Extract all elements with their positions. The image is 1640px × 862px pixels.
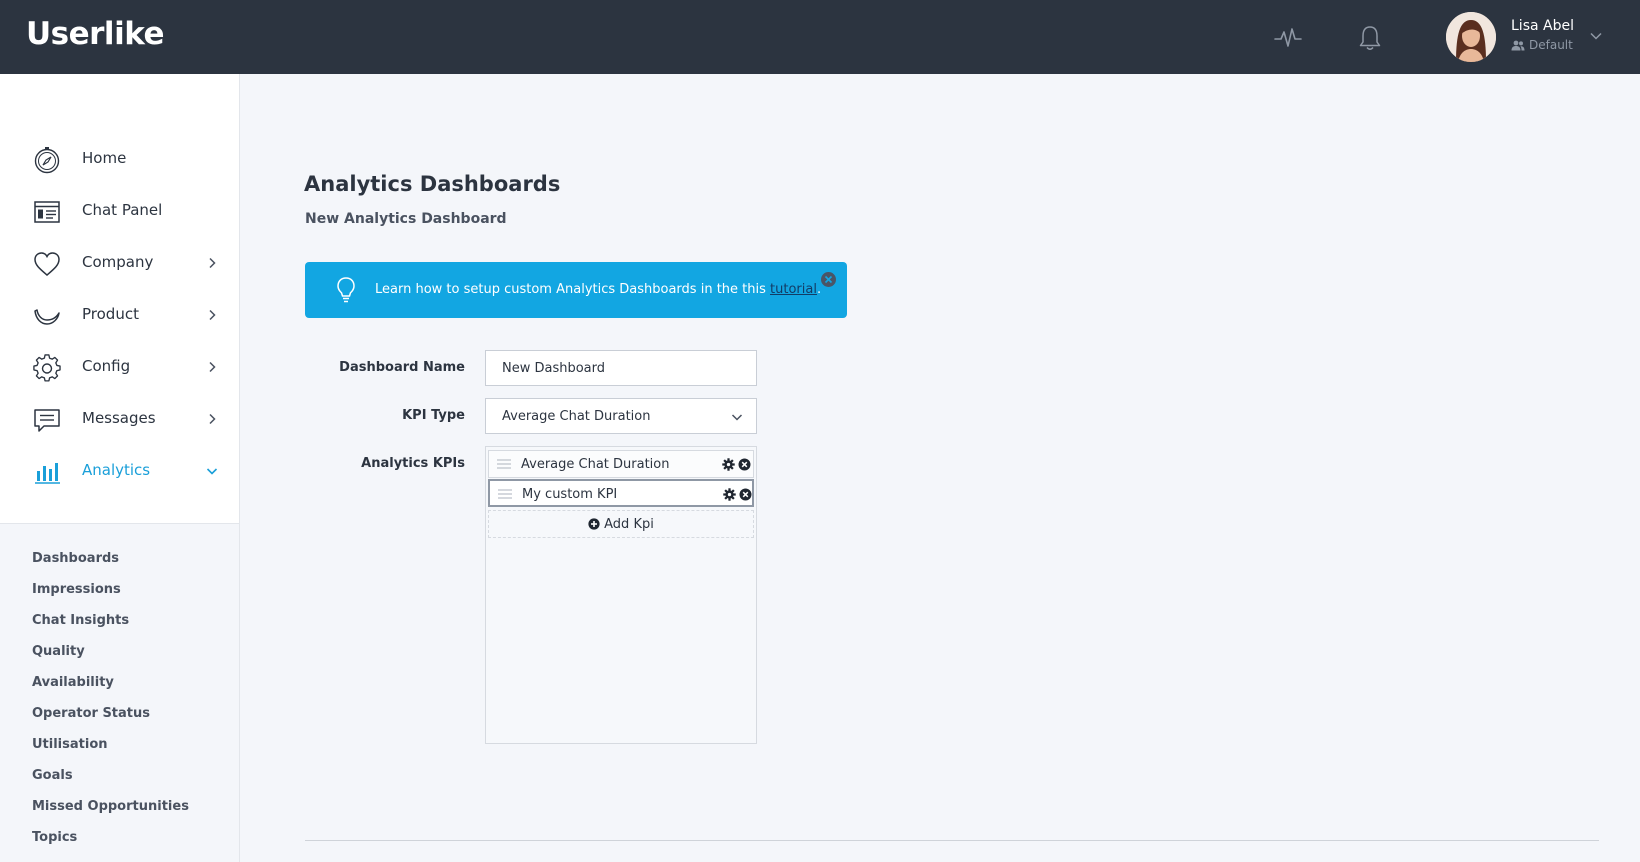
- user-role-label: Default: [1529, 38, 1573, 52]
- top-bar: Userlike Lisa Abel Default: [0, 0, 1640, 74]
- sidebar-item-label: Messages: [82, 409, 156, 427]
- compass-icon: [34, 147, 60, 174]
- page-title: Analytics Dashboards: [304, 172, 561, 196]
- sidebar-item-home[interactable]: Home: [0, 137, 240, 181]
- sidebar-item-label: Config: [82, 357, 131, 375]
- sidebar-item-analytics[interactable]: Analytics: [0, 449, 240, 493]
- chevron-down-icon: [731, 414, 743, 421]
- kpi-type-value: Average Chat Duration: [502, 409, 651, 424]
- dashboard-name-input[interactable]: [485, 350, 757, 386]
- kpi-item[interactable]: Average Chat Duration: [488, 450, 754, 478]
- bell-icon[interactable]: [1355, 23, 1385, 53]
- sidebar-item-label: Chat Panel: [82, 201, 163, 219]
- chevron-right-icon: [209, 257, 216, 269]
- section-divider: [305, 840, 1599, 841]
- tutorial-link[interactable]: tutorial: [770, 282, 817, 297]
- sidebar-item-config[interactable]: Config: [0, 345, 240, 389]
- chevron-down-icon[interactable]: [1588, 28, 1604, 44]
- subnav-item-utilisation[interactable]: Utilisation: [32, 737, 108, 752]
- subnav-item-dashboards[interactable]: Dashboards: [32, 551, 119, 566]
- avatar-portrait: [1446, 12, 1496, 62]
- product-swoosh-icon: [34, 309, 60, 325]
- sidebar-item-messages[interactable]: Messages: [0, 397, 240, 441]
- gear-icon[interactable]: [723, 488, 736, 501]
- subnav-item-impressions[interactable]: Impressions: [32, 582, 121, 597]
- sidebar-item-label: Analytics: [82, 461, 151, 479]
- banner-message: Learn how to setup custom Analytics Dash…: [375, 282, 771, 297]
- kpi-label: My custom KPI: [522, 487, 618, 502]
- subnav-item-topics[interactable]: Topics: [32, 830, 77, 845]
- drag-handle-icon[interactable]: [498, 487, 512, 501]
- userlike-logo[interactable]: Userlike: [26, 16, 165, 52]
- sidebar: Home Chat Panel Company Product Config M…: [0, 74, 240, 862]
- subnav-item-goals[interactable]: Goals: [32, 768, 73, 783]
- chevron-down-icon: [206, 468, 218, 475]
- chevron-right-icon: [209, 361, 216, 373]
- sidebar-item-label: Home: [82, 149, 127, 167]
- sidebar-item-product[interactable]: Product: [0, 293, 240, 337]
- add-kpi-button[interactable]: Add Kpi: [488, 510, 754, 538]
- users-icon: [1511, 40, 1525, 50]
- subnav-item-missed-opportunities[interactable]: Missed Opportunities: [32, 799, 189, 814]
- user-role[interactable]: Default: [1511, 38, 1573, 52]
- kpi-type-select[interactable]: Average Chat Duration: [485, 398, 757, 434]
- subnav-item-availability[interactable]: Availability: [32, 675, 114, 690]
- lightbulb-icon: [337, 277, 355, 303]
- sidebar-item-chat-panel[interactable]: Chat Panel: [0, 189, 240, 233]
- sidebar-item-company[interactable]: Company: [0, 241, 240, 285]
- kpi-label: Average Chat Duration: [521, 457, 670, 472]
- add-kpi-label: Add Kpi: [604, 516, 654, 532]
- plus-circle-icon: [588, 518, 600, 530]
- chevron-right-icon: [209, 309, 216, 321]
- kpi-item[interactable]: My custom KPI: [488, 479, 754, 507]
- gear-icon[interactable]: [722, 458, 735, 471]
- logo-text: Userlike: [26, 16, 165, 52]
- tutorial-banner: Learn how to setup custom Analytics Dash…: [305, 262, 847, 318]
- banner-text: Learn how to setup custom Analytics Dash…: [375, 282, 821, 297]
- bar-chart-icon: [35, 463, 60, 484]
- chevron-right-icon: [209, 413, 216, 425]
- analytics-subnav: Dashboards Impressions Chat Insights Qua…: [0, 523, 239, 862]
- kpi-list: Average Chat Duration My custom KPI Add …: [485, 446, 757, 744]
- activity-pulse-icon[interactable]: [1273, 23, 1303, 53]
- close-banner-icon[interactable]: [820, 271, 837, 288]
- kpi-type-label: KPI Type: [402, 408, 465, 423]
- drag-handle-icon[interactable]: [497, 457, 511, 471]
- message-icon: [34, 409, 60, 432]
- user-avatar[interactable]: [1446, 12, 1496, 62]
- subnav-item-operator-status[interactable]: Operator Status: [32, 706, 150, 721]
- subnav-item-chat-insights[interactable]: Chat Insights: [32, 613, 129, 628]
- gear-icon: [33, 354, 61, 382]
- user-name[interactable]: Lisa Abel: [1511, 18, 1574, 34]
- chat-panel-icon: [34, 201, 60, 223]
- analytics-kpis-label: Analytics KPIs: [361, 456, 465, 471]
- sidebar-item-label: Product: [82, 305, 139, 323]
- heart-icon: [34, 252, 60, 276]
- page-subtitle: New Analytics Dashboard: [305, 211, 507, 227]
- subnav-item-quality[interactable]: Quality: [32, 644, 85, 659]
- sidebar-item-label: Company: [82, 253, 154, 271]
- main-content: Analytics Dashboards New Analytics Dashb…: [240, 74, 1640, 862]
- remove-circle-icon[interactable]: [739, 488, 752, 501]
- dashboard-name-label: Dashboard Name: [339, 360, 465, 375]
- remove-circle-icon[interactable]: [738, 458, 751, 471]
